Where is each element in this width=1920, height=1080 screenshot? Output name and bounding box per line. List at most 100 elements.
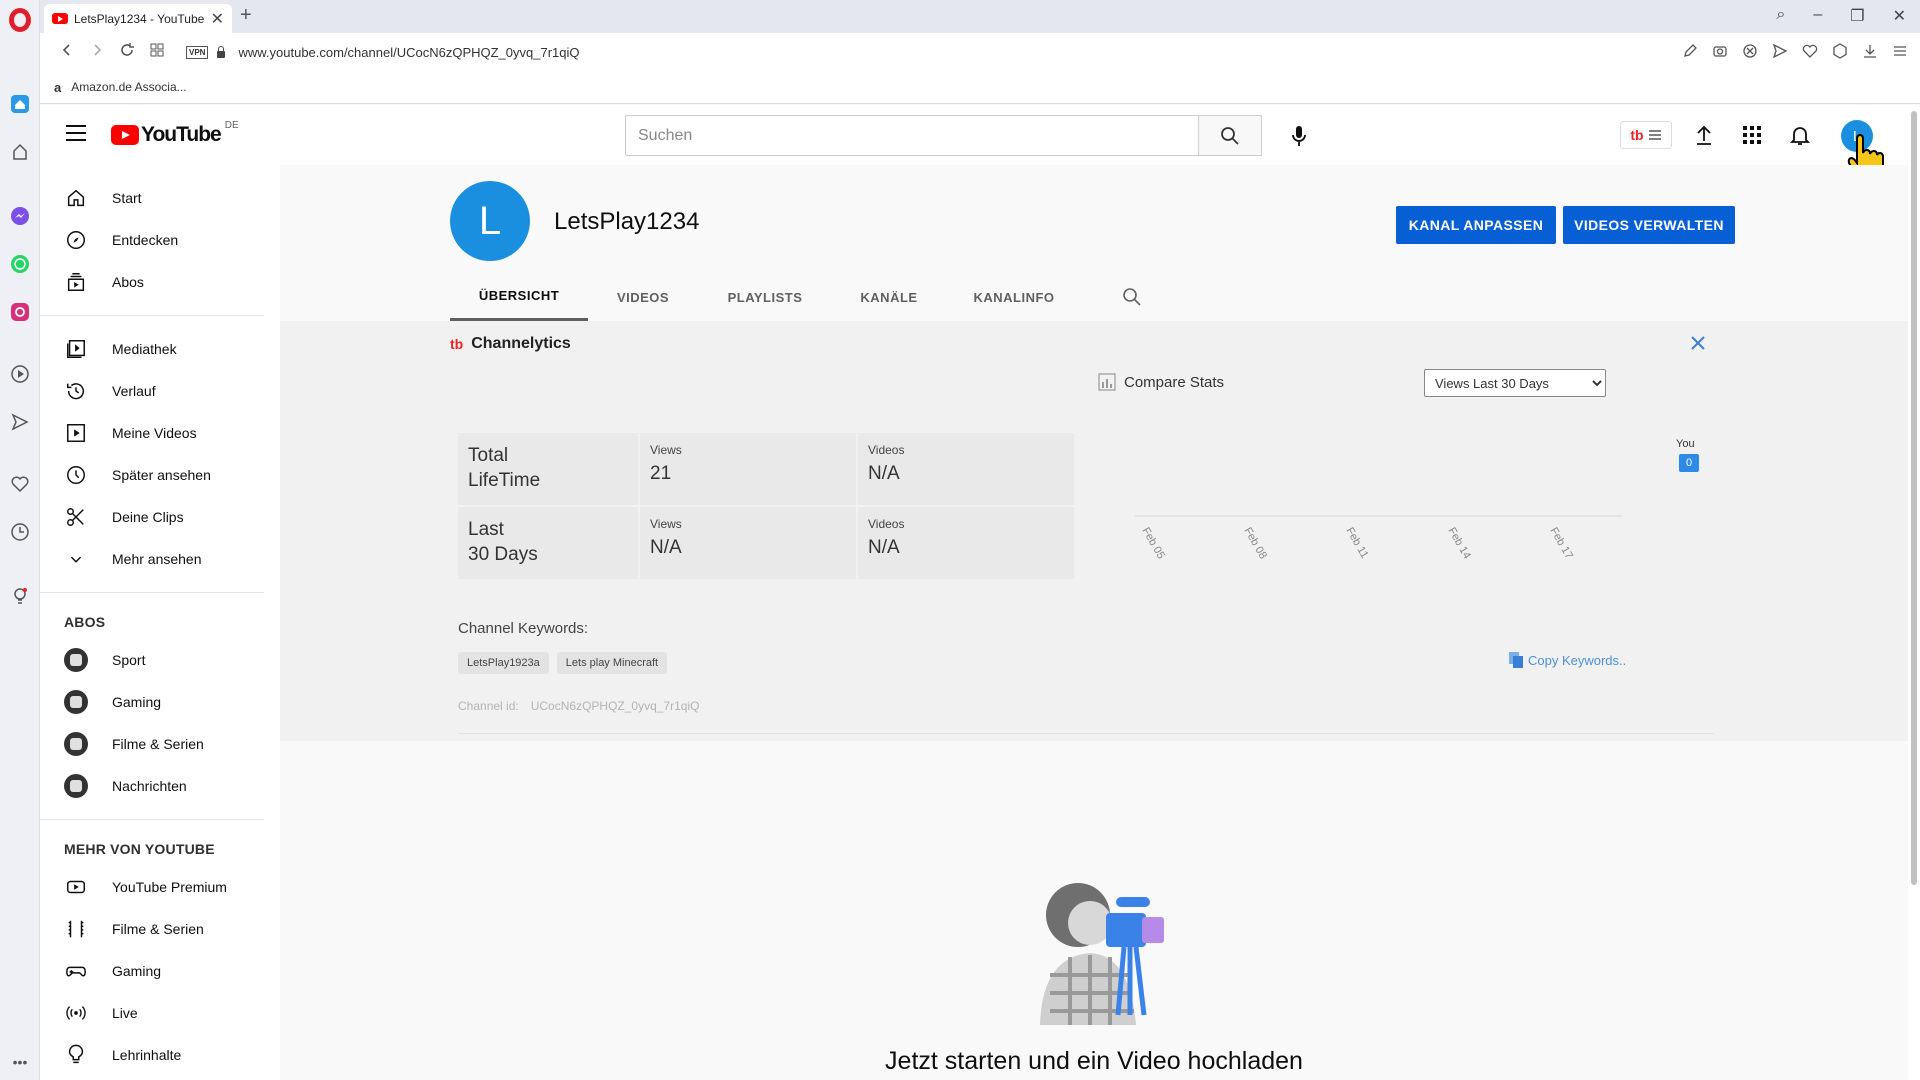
more-dots-icon[interactable]: ••• [10, 1052, 30, 1072]
channel-search-icon[interactable] [1122, 287, 1142, 307]
sidebar-item-lehrinhalte[interactable]: Lehrinhalte [40, 1034, 280, 1076]
hamburger-menu-icon[interactable] [66, 125, 86, 141]
customize-channel-button[interactable]: KANAL ANPASSEN [1396, 206, 1556, 244]
adblock-icon[interactable] [1742, 43, 1758, 59]
share-send-icon[interactable] [1772, 43, 1788, 59]
sidebar-item-gaming-channel[interactable]: Gaming [40, 681, 280, 723]
tab-close-button[interactable]: ✕ [211, 9, 224, 29]
sidebar-item-mehr-ansehen[interactable]: Mehr ansehen [40, 538, 280, 580]
sidebar-item-sport[interactable]: Sport [40, 639, 280, 681]
upload-icon[interactable] [1692, 123, 1716, 147]
film-icon [64, 917, 88, 941]
sidebar-item-filme-serien[interactable]: Filme & Serien [40, 908, 280, 950]
extensions-cube-icon[interactable] [1832, 43, 1848, 59]
favorite-heart-icon[interactable] [1802, 43, 1818, 59]
sidebar-item-nachrichten[interactable]: Nachrichten [40, 765, 280, 807]
search-input[interactable] [625, 115, 1199, 156]
browser-search-button[interactable]: ⌕ [1776, 6, 1785, 26]
manage-videos-button[interactable]: VIDEOS VERWALTEN [1563, 206, 1735, 244]
stat-key: Videos [868, 517, 905, 531]
menu-lines-icon[interactable] [1892, 43, 1908, 59]
ideas-lightbulb-icon[interactable] [10, 586, 30, 606]
camera-icon[interactable] [1712, 43, 1728, 59]
compare-stats-button[interactable]: Compare Stats [1098, 373, 1224, 391]
sidebar-item-abos[interactable]: Abos [40, 261, 280, 303]
speed-dial-button[interactable] [142, 43, 172, 62]
tab-playlists[interactable]: PLAYLISTS [698, 273, 832, 321]
opera-home-icon[interactable] [10, 94, 30, 114]
x-tick-label: Feb 05 [1139, 526, 1167, 562]
whatsapp-icon[interactable] [10, 254, 30, 274]
player-icon[interactable] [10, 364, 30, 384]
edit-icon[interactable] [1682, 43, 1698, 59]
sidebar-item-deine-clips[interactable]: Deine Clips [40, 496, 280, 538]
instagram-icon[interactable] [10, 302, 30, 322]
clock-icon [64, 463, 88, 487]
copy-keywords-button[interactable]: Copy Keywords.. [1508, 651, 1626, 669]
amazon-icon: a [54, 79, 62, 95]
close-icon[interactable] [1690, 335, 1706, 351]
youtube-logo[interactable]: YouTube DE [111, 120, 239, 147]
channel-avatar[interactable]: L [450, 181, 530, 261]
sidebar-item-mediathek[interactable]: Mediathek [40, 328, 280, 370]
sidebar-item-live[interactable]: Live [40, 992, 280, 1034]
sidebar-item-label: YouTube Premium [112, 879, 227, 895]
sidebar-item-start[interactable]: Start [40, 177, 280, 219]
tab-channels[interactable]: KANÄLE [832, 273, 946, 321]
sidebar-item-label: Mediathek [112, 341, 177, 357]
keyword-tag[interactable]: LetsPlay1923a [458, 652, 549, 674]
channel-id-value: UCocN6zQPHQZ_0yvq_7r1qiQ [530, 699, 700, 713]
bookmarks-bar: a Amazon.de Associa... [40, 71, 1920, 104]
stat-value: N/A [868, 463, 900, 484]
messenger-icon[interactable] [10, 206, 30, 226]
news-channel-icon [64, 774, 88, 798]
minimize-button[interactable]: – [1813, 6, 1822, 26]
new-tab-button[interactable]: + [240, 4, 252, 27]
tab-videos[interactable]: VIDEOS [588, 273, 698, 321]
restore-button[interactable]: ❐ [1850, 6, 1864, 26]
reload-icon [121, 42, 134, 56]
page-scrollbar[interactable] [1908, 105, 1920, 1080]
stats-row-label: Last 30 Days [458, 507, 638, 579]
close-window-button[interactable]: ✕ [1893, 6, 1906, 26]
forward-arrow-icon [94, 43, 102, 56]
stat-value: 21 [650, 463, 672, 484]
forward-button[interactable] [82, 43, 112, 62]
bookmark-amazon[interactable]: Amazon.de Associa... [71, 80, 186, 94]
notifications-bell-icon[interactable] [1788, 123, 1812, 147]
tab-overview[interactable]: ÜBERSICHT [450, 273, 588, 321]
sidebar-item-filme-serien-channel[interactable]: Filme & Serien [40, 723, 280, 765]
download-icon[interactable] [1862, 43, 1878, 59]
url-field[interactable]: www.youtube.com/channel/UCocN6zQPHQZ_0yv… [238, 45, 579, 60]
tubebuddy-logo-icon: tb [450, 336, 464, 352]
opera-logo-icon[interactable] [9, 8, 31, 32]
subscriptions-icon [64, 270, 88, 294]
voice-search-button[interactable] [1282, 119, 1316, 153]
sidebar-item-spaeter-ansehen[interactable]: Später ansehen [40, 454, 280, 496]
sidebar-item-gaming[interactable]: Gaming [40, 950, 280, 992]
tab-about[interactable]: KANALINFO [946, 273, 1082, 321]
sidebar-item-label: Deine Clips [112, 509, 184, 525]
vpn-badge[interactable]: VPN [186, 45, 209, 59]
send-icon[interactable] [10, 412, 30, 432]
back-button[interactable] [52, 43, 82, 62]
reload-button[interactable] [112, 42, 142, 62]
tab-title: LetsPlay1234 - YouTube [74, 11, 205, 26]
sidebar-item-label: Abos [112, 274, 144, 290]
browser-tab[interactable]: LetsPlay1234 - YouTube ✕ [44, 4, 232, 33]
sidebar-item-verlauf[interactable]: Verlauf [40, 370, 280, 412]
sidebar-item-youtube-premium[interactable]: YouTube Premium [40, 866, 280, 908]
scrollbar-thumb[interactable] [1911, 111, 1917, 885]
sidebar-item-meine-videos[interactable]: Meine Videos [40, 412, 280, 454]
period-select[interactable]: Views Last 30 Days [1424, 369, 1606, 397]
sidebar-item-entdecken[interactable]: Entdecken [40, 219, 280, 261]
opera-bookmark-icon[interactable] [10, 142, 30, 162]
apps-grid-icon[interactable] [1740, 123, 1764, 147]
heart-icon[interactable] [10, 474, 30, 494]
search-button[interactable] [1198, 115, 1262, 156]
keyword-tag[interactable]: Lets play Minecraft [556, 652, 668, 674]
lock-icon[interactable] [216, 46, 226, 58]
history-clock-icon[interactable] [10, 522, 30, 542]
tubebuddy-extension-button[interactable]: tb [1620, 121, 1672, 149]
lightbulb-icon [64, 1043, 88, 1067]
